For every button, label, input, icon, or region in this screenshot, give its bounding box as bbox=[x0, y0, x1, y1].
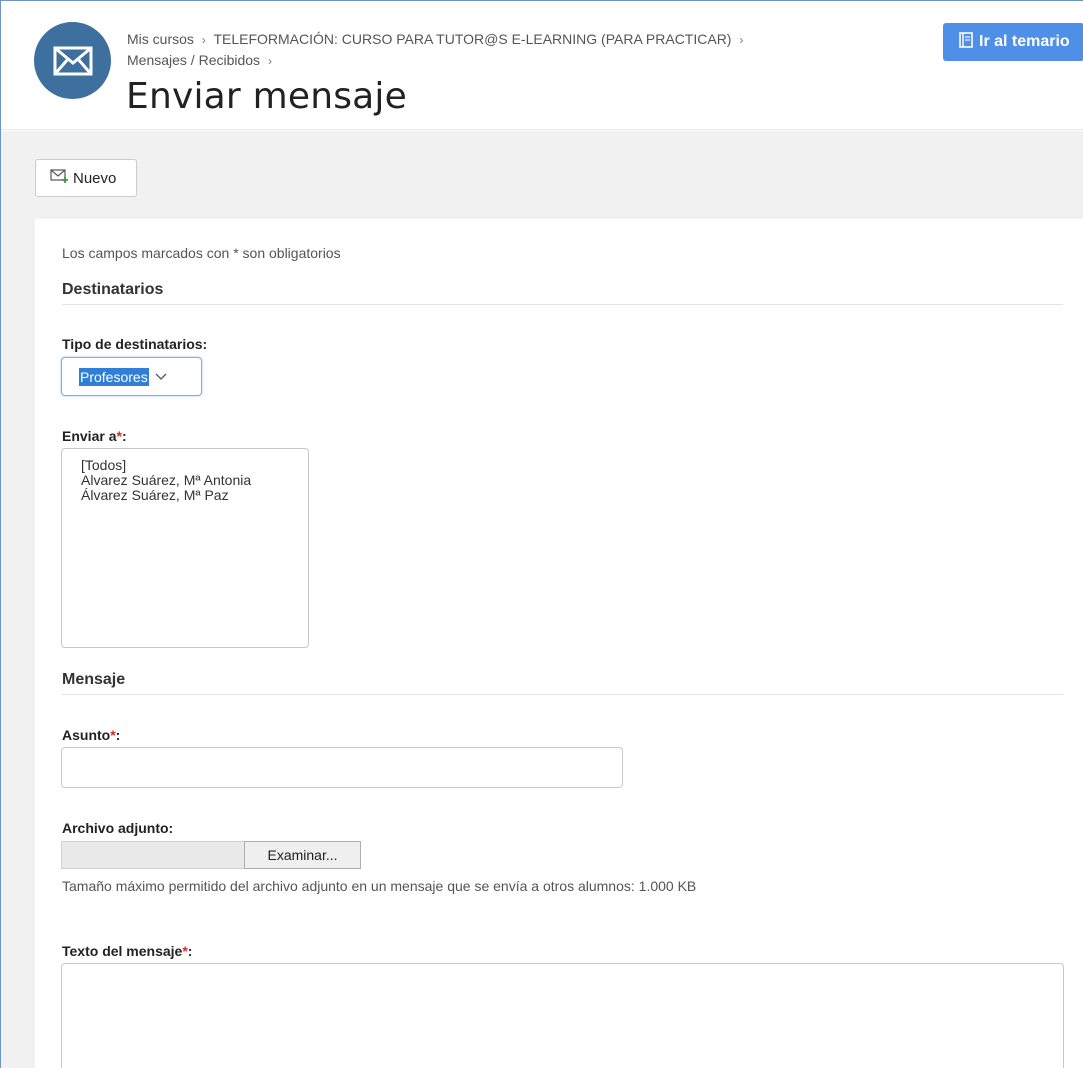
destinatarios-heading: Destinatarios bbox=[62, 281, 164, 298]
envelope-icon bbox=[34, 22, 111, 99]
texto-mensaje-label: Texto del mensaje*: bbox=[62, 943, 192, 959]
breadcrumb-separator: › bbox=[201, 33, 206, 47]
list-item[interactable]: [Todos] bbox=[81, 458, 308, 473]
enviar-a-label: Enviar a*: bbox=[62, 428, 127, 444]
breadcrumb-mensajes[interactable]: Mensajes / Recibidos bbox=[127, 52, 260, 68]
message-textarea[interactable] bbox=[61, 963, 1064, 1068]
file-path-field[interactable] bbox=[61, 841, 245, 869]
breadcrumb-mis-cursos[interactable]: Mis cursos bbox=[127, 31, 194, 47]
tipo-destinatarios-label: Tipo de destinatarios: bbox=[62, 336, 208, 352]
tipo-selected-value: Profesores bbox=[79, 367, 149, 386]
label-colon: : bbox=[187, 943, 193, 959]
breadcrumb-separator: › bbox=[267, 54, 272, 68]
breadcrumb-separator: › bbox=[739, 33, 744, 47]
nuevo-button[interactable]: Nuevo bbox=[35, 159, 137, 197]
side-background bbox=[1, 219, 35, 1068]
mensaje-heading: Mensaje bbox=[62, 671, 126, 688]
asunto-input[interactable] bbox=[61, 747, 623, 788]
examinar-button[interactable]: Examinar... bbox=[244, 841, 361, 869]
texto-mensaje-text: Texto del mensaje bbox=[62, 943, 183, 959]
new-mail-icon bbox=[50, 168, 70, 188]
breadcrumb: Mis cursos › TELEFORMACIÓN: CURSO PARA T… bbox=[127, 29, 747, 71]
recipients-listbox[interactable]: [Todos] Alvarez Suárez, Mª Antonia Álvar… bbox=[61, 448, 309, 648]
ir-al-temario-button[interactable]: Ir al temario bbox=[943, 23, 1083, 61]
nuevo-label: Nuevo bbox=[73, 169, 117, 187]
chevron-down-icon bbox=[155, 368, 167, 386]
ir-al-temario-label: Ir al temario bbox=[979, 33, 1070, 50]
section-divider bbox=[62, 304, 1063, 305]
archivo-adjunto-label: Archivo adjunto: bbox=[62, 820, 174, 836]
asunto-label: Asunto*: bbox=[62, 727, 120, 743]
file-size-help: Tamaño máximo permitido del archivo adju… bbox=[62, 878, 697, 894]
enviar-a-text: Enviar a bbox=[62, 428, 117, 444]
tipo-destinatarios-select[interactable]: Profesores bbox=[61, 357, 202, 396]
book-icon bbox=[959, 31, 973, 53]
page-title: Enviar mensaje bbox=[126, 76, 407, 117]
app-frame: Mis cursos › TELEFORMACIÓN: CURSO PARA T… bbox=[0, 0, 1083, 1068]
toolbar: Nuevo bbox=[1, 131, 1083, 219]
section-divider bbox=[62, 694, 1063, 695]
list-item[interactable]: Álvarez Suárez, Mª Paz bbox=[81, 488, 308, 503]
required-note: Los campos marcados con * son obligatori… bbox=[62, 245, 341, 261]
list-item[interactable]: Alvarez Suárez, Mª Antonia bbox=[81, 473, 308, 488]
breadcrumb-course[interactable]: TELEFORMACIÓN: CURSO PARA TUTOR@S E-LEAR… bbox=[213, 31, 731, 47]
asunto-text: Asunto bbox=[62, 727, 111, 743]
page-header: Mis cursos › TELEFORMACIÓN: CURSO PARA T… bbox=[1, 1, 1083, 130]
label-colon: : bbox=[115, 727, 121, 743]
label-colon: : bbox=[121, 428, 127, 444]
